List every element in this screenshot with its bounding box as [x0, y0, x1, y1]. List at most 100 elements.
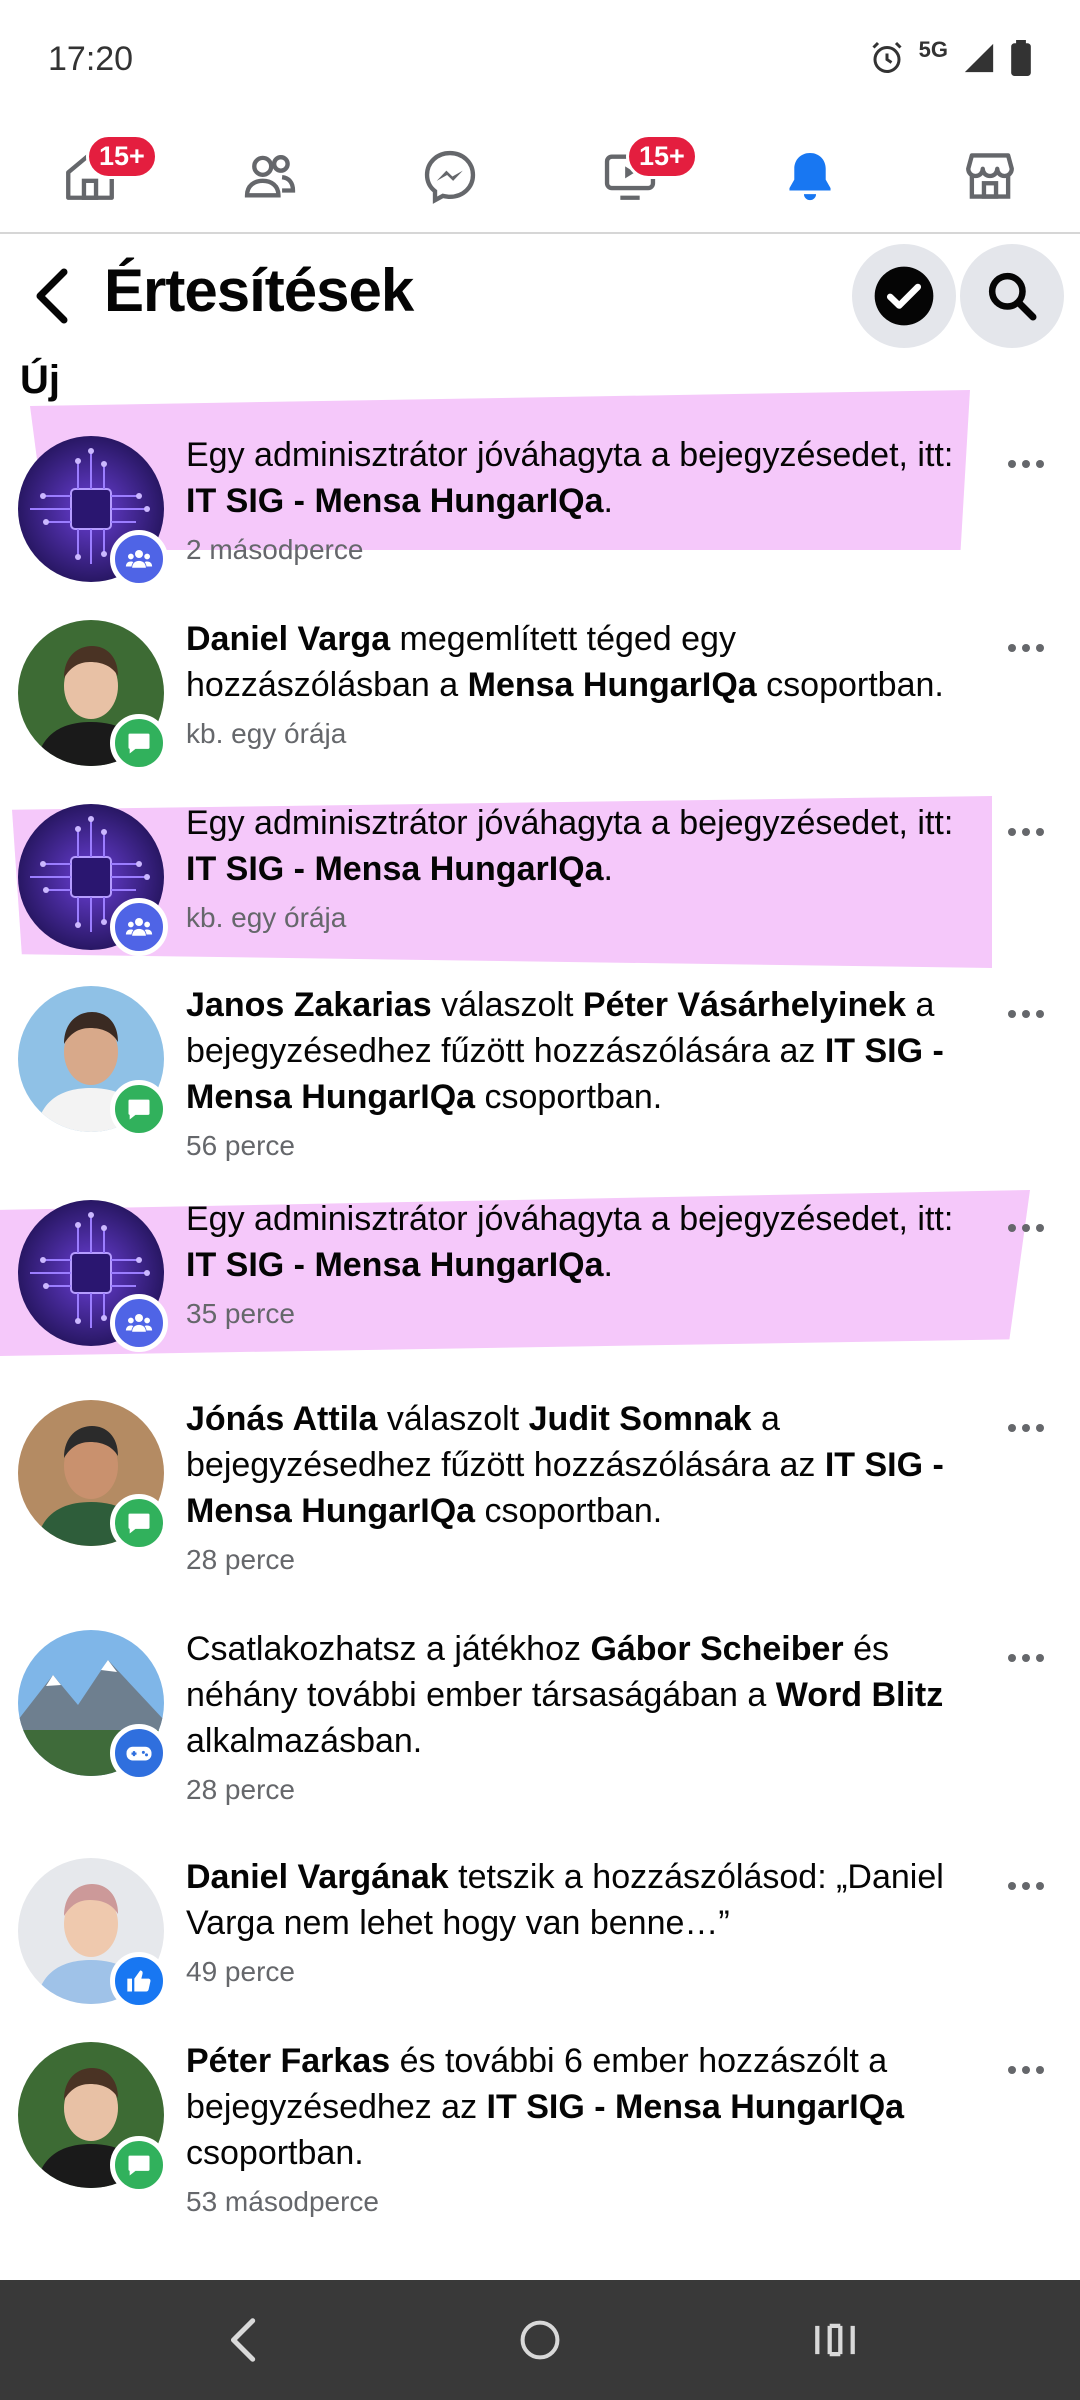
nav-home[interactable]: 15+	[0, 118, 180, 234]
notification-text: Jónás Attila válaszolt Judit Somnak a be…	[186, 1396, 986, 1534]
notification-bold-text: Janos Zakarias	[186, 986, 432, 1024]
notification-plain-text: Egy adminisztrátor jóváhagyta a bejegyzé…	[186, 436, 954, 474]
back-button[interactable]	[22, 258, 82, 334]
nav-notifications[interactable]	[720, 118, 900, 234]
comment-badge-icon	[110, 2136, 168, 2194]
notification-time: 28 perce	[186, 1544, 295, 1575]
notification-time: 35 perce	[186, 1298, 295, 1329]
notification-plain-text: csoportban.	[186, 2134, 364, 2172]
alarm-icon	[872, 41, 902, 73]
more-options-icon[interactable]	[998, 1638, 1054, 1678]
system-recents-icon	[815, 2323, 855, 2357]
notification-avatar[interactable]	[18, 1858, 168, 2010]
notification-bold-text: Péter Vásárhelyinek	[582, 986, 907, 1024]
system-home-button[interactable]	[490, 2300, 590, 2380]
notification-bold-text: Gábor Scheiber	[590, 1630, 844, 1668]
bell-icon	[789, 153, 831, 201]
notification-avatar[interactable]	[18, 436, 168, 588]
notification-avatar[interactable]	[18, 1630, 168, 1782]
chevron-left-icon	[36, 268, 68, 324]
network-type: 5G	[918, 37, 948, 62]
notification-time: 53 másodperce	[186, 2186, 380, 2217]
system-home-icon	[520, 2320, 560, 2360]
notification-text: Péter Farkas és további 6 ember hozzászó…	[186, 2038, 986, 2176]
system-recents-button[interactable]	[785, 2300, 885, 2380]
comment-badge-icon	[110, 1494, 168, 1552]
check-circle-icon	[874, 266, 934, 326]
notification-avatar[interactable]	[18, 2042, 168, 2194]
notification-bold-text: Daniel Vargának	[186, 1858, 449, 1896]
marketplace-icon	[966, 153, 1014, 199]
more-options-icon[interactable]	[998, 1408, 1054, 1448]
more-options-icon[interactable]	[998, 444, 1054, 484]
battery-icon	[1011, 40, 1031, 76]
page-header: Értesítések	[0, 236, 1080, 356]
notification-plain-text: .	[603, 850, 613, 888]
more-options-icon[interactable]	[998, 812, 1054, 852]
notification-bold-text: Judit Somnak	[528, 1400, 752, 1438]
search-button[interactable]	[960, 244, 1064, 348]
notification-avatar[interactable]	[18, 1200, 168, 1352]
group-badge-icon	[110, 1294, 168, 1352]
signal-icon	[964, 43, 994, 73]
section-new-label: Új	[20, 358, 60, 402]
messenger-icon	[424, 150, 476, 204]
comment-badge-icon	[110, 1080, 168, 1138]
mark-all-read-button[interactable]	[852, 244, 956, 348]
friends-icon	[244, 154, 296, 198]
notification-time: 56 perce	[186, 1130, 295, 1161]
more-options-icon[interactable]	[998, 1208, 1054, 1248]
notification-text: Daniel Varga megemlített téged egy hozzá…	[186, 616, 986, 708]
notification-plain-text: .	[603, 482, 613, 520]
notification-avatar[interactable]	[18, 804, 168, 956]
nav-messenger[interactable]	[360, 118, 540, 234]
notification-bold-text: IT SIG - Mensa HungarIQa	[186, 1246, 604, 1284]
notification-bold-text: IT SIG - Mensa HungarIQa	[186, 482, 604, 520]
notification-plain-text: csoportban.	[475, 1078, 663, 1116]
system-navigation-bar	[0, 2280, 1080, 2400]
notification-avatar[interactable]	[18, 986, 168, 1138]
group-badge-icon	[110, 898, 168, 956]
status-time: 17:20	[48, 40, 134, 78]
notification-bold-text: IT SIG - Mensa HungarIQa	[186, 850, 604, 888]
group-badge-icon	[110, 530, 168, 588]
more-options-icon[interactable]	[998, 1866, 1054, 1906]
notification-avatar[interactable]	[18, 1400, 168, 1552]
more-options-icon[interactable]	[998, 994, 1054, 1034]
nav-friends[interactable]	[180, 118, 360, 234]
notification-plain-text: alkalmazásban.	[186, 1722, 423, 1760]
notification-plain-text: .	[603, 1246, 613, 1284]
status-icons: 5G	[869, 37, 1032, 76]
nav-marketplace[interactable]	[900, 118, 1080, 234]
game-badge-icon	[110, 1724, 168, 1782]
top-nav: 15+ 15+	[0, 118, 1080, 234]
notification-plain-text: csoportban.	[475, 1492, 663, 1530]
notification-text: Egy adminisztrátor jóváhagyta a bejegyzé…	[186, 800, 986, 892]
notification-bold-text: Daniel Varga	[186, 620, 391, 658]
notification-time: 28 perce	[186, 1774, 295, 1805]
more-options-icon[interactable]	[998, 2050, 1054, 2090]
home-badge: 15+	[86, 134, 158, 179]
video-badge: 15+	[626, 134, 698, 179]
status-bar: 17:20 5G	[0, 0, 1080, 118]
notification-bold-text: Jónás Attila	[186, 1400, 378, 1438]
notification-plain-text: csoportban.	[756, 666, 944, 704]
notification-bold-text: Péter Farkas	[186, 2042, 391, 2080]
notification-text: Csatlakozhatsz a játékhoz Gábor Scheiber…	[186, 1626, 986, 1764]
more-options-icon[interactable]	[998, 628, 1054, 668]
notification-avatar[interactable]	[18, 620, 168, 772]
notification-plain-text: Csatlakozhatsz a játékhoz	[186, 1630, 591, 1668]
system-back-button[interactable]	[195, 2300, 295, 2380]
notification-time: 2 másodperce	[186, 534, 364, 565]
page-title: Értesítések	[104, 257, 414, 324]
notification-bold-text: IT SIG - Mensa HungarIQa	[486, 2088, 905, 2126]
notification-plain-text: Egy adminisztrátor jóváhagyta a bejegyzé…	[186, 1200, 954, 1238]
notification-time: 49 perce	[186, 1956, 295, 1987]
notification-bold-text: Word Blitz	[775, 1676, 944, 1714]
nav-video[interactable]: 15+	[540, 118, 720, 234]
notification-bold-text: Mensa HungarIQa	[467, 666, 757, 704]
notification-text: Egy adminisztrátor jóváhagyta a bejegyzé…	[186, 432, 986, 524]
notification-time: kb. egy órája	[186, 718, 347, 749]
notification-text: Egy adminisztrátor jóváhagyta a bejegyzé…	[186, 1196, 986, 1288]
comment-badge-icon	[110, 714, 168, 772]
